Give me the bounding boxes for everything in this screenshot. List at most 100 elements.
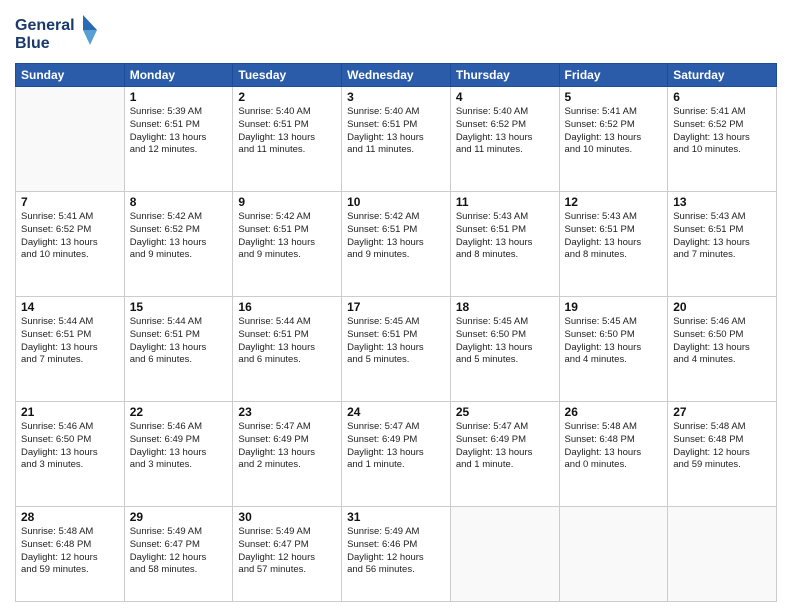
day-cell: 2Sunrise: 5:40 AMSunset: 6:51 PMDaylight… xyxy=(233,87,342,192)
day-info: Sunrise: 5:46 AMSunset: 6:50 PMDaylight:… xyxy=(673,316,771,367)
day-number: 19 xyxy=(565,300,663,314)
day-number: 18 xyxy=(456,300,554,314)
day-cell: 20 Sunrise: 5:46 AMSunset: 6:50 PMDayligh… xyxy=(668,296,777,401)
day-info: Sunrise: 5:46 AMSunset: 6:50 PMDaylight:… xyxy=(21,421,119,472)
day-cell: 6Sunrise: 5:41 AMSunset: 6:52 PMDaylight… xyxy=(668,87,777,192)
day-cell: 5 Sunrise: 5:41 AMSunset: 6:52 PMDaylight… xyxy=(559,87,668,192)
day-info: Sunrise: 5:47 AMSunset: 6:49 PMDaylight:… xyxy=(347,421,445,472)
day-cell: 21 Sunrise: 5:46 AMSunset: 6:50 PMDayligh… xyxy=(16,401,125,506)
day-cell: 11 Sunrise: 5:43 AMSunset: 6:51 PMDayligh… xyxy=(450,191,559,296)
day-info: Sunrise: 5:49 AMSunset: 6:46 PMDaylight:… xyxy=(347,526,445,577)
day-number: 26 xyxy=(565,405,663,419)
header-cell-monday: Monday xyxy=(124,64,233,87)
day-cell: 24 Sunrise: 5:47 AMSunset: 6:49 PMDayligh… xyxy=(342,401,451,506)
day-cell xyxy=(16,87,125,192)
day-cell: 10Sunrise: 5:42 AMSunset: 6:51 PMDayligh… xyxy=(342,191,451,296)
week-row-2: 14Sunrise: 5:44 AMSunset: 6:51 PMDayligh… xyxy=(16,296,777,401)
day-info: Sunrise: 5:48 AMSunset: 6:48 PMDaylight:… xyxy=(565,421,663,472)
header-cell-tuesday: Tuesday xyxy=(233,64,342,87)
day-cell: 31 Sunrise: 5:49 AMSunset: 6:46 PMDayligh… xyxy=(342,506,451,601)
day-info: Sunrise: 5:40 AMSunset: 6:51 PMDaylight:… xyxy=(238,106,336,157)
day-info: Sunrise: 5:47 AMSunset: 6:49 PMDaylight:… xyxy=(238,421,336,472)
day-number: 10 xyxy=(347,195,445,209)
day-cell: 16Sunrise: 5:44 AMSunset: 6:51 PMDayligh… xyxy=(233,296,342,401)
day-cell: 29 Sunrise: 5:49 AMSunset: 6:47 PMDayligh… xyxy=(124,506,233,601)
day-number: 24 xyxy=(347,405,445,419)
day-number: 28 xyxy=(21,510,119,524)
header-cell-sunday: Sunday xyxy=(16,64,125,87)
day-number: 11 xyxy=(456,195,554,209)
day-number: 25 xyxy=(456,405,554,419)
week-row-0: 1 Sunrise: 5:39 AMSunset: 6:51 PMDaylight… xyxy=(16,87,777,192)
day-info: Sunrise: 5:41 AMSunset: 6:52 PMDaylight:… xyxy=(21,211,119,262)
day-number: 12 xyxy=(565,195,663,209)
day-number: 30 xyxy=(238,510,336,524)
day-info: Sunrise: 5:48 AMSunset: 6:48 PMDaylight:… xyxy=(21,526,119,577)
day-number: 17 xyxy=(347,300,445,314)
day-cell: 7 Sunrise: 5:41 AMSunset: 6:52 PMDaylight… xyxy=(16,191,125,296)
day-info: Sunrise: 5:42 AMSunset: 6:52 PMDaylight:… xyxy=(130,211,228,262)
day-cell: 18 Sunrise: 5:45 AMSunset: 6:50 PMDayligh… xyxy=(450,296,559,401)
day-cell xyxy=(450,506,559,601)
day-info: Sunrise: 5:41 AMSunset: 6:52 PMDaylight:… xyxy=(565,106,663,157)
day-info: Sunrise: 5:40 AMSunset: 6:51 PMDaylight:… xyxy=(347,106,445,157)
day-number: 31 xyxy=(347,510,445,524)
day-cell: 17Sunrise: 5:45 AMSunset: 6:51 PMDayligh… xyxy=(342,296,451,401)
day-info: Sunrise: 5:43 AMSunset: 6:51 PMDaylight:… xyxy=(673,211,771,262)
header-row: SundayMondayTuesdayWednesdayThursdayFrid… xyxy=(16,64,777,87)
header-cell-thursday: Thursday xyxy=(450,64,559,87)
day-number: 4 xyxy=(456,90,554,104)
day-cell: 1 Sunrise: 5:39 AMSunset: 6:51 PMDaylight… xyxy=(124,87,233,192)
day-number: 20 xyxy=(673,300,771,314)
day-number: 29 xyxy=(130,510,228,524)
day-cell: 13 Sunrise: 5:43 AMSunset: 6:51 PMDayligh… xyxy=(668,191,777,296)
logo-shape: General Blue xyxy=(15,10,100,55)
day-number: 8 xyxy=(130,195,228,209)
day-cell: 30 Sunrise: 5:49 AMSunset: 6:47 PMDayligh… xyxy=(233,506,342,601)
day-number: 1 xyxy=(130,90,228,104)
day-info: Sunrise: 5:49 AMSunset: 6:47 PMDaylight:… xyxy=(238,526,336,577)
week-row-1: 7 Sunrise: 5:41 AMSunset: 6:52 PMDaylight… xyxy=(16,191,777,296)
day-info: Sunrise: 5:40 AMSunset: 6:52 PMDaylight:… xyxy=(456,106,554,157)
day-cell: 14Sunrise: 5:44 AMSunset: 6:51 PMDayligh… xyxy=(16,296,125,401)
day-cell: 26 Sunrise: 5:48 AMSunset: 6:48 PMDayligh… xyxy=(559,401,668,506)
day-number: 15 xyxy=(130,300,228,314)
day-cell: 19 Sunrise: 5:45 AMSunset: 6:50 PMDayligh… xyxy=(559,296,668,401)
day-info: Sunrise: 5:44 AMSunset: 6:51 PMDaylight:… xyxy=(238,316,336,367)
day-cell xyxy=(559,506,668,601)
day-info: Sunrise: 5:44 AMSunset: 6:51 PMDaylight:… xyxy=(130,316,228,367)
day-info: Sunrise: 5:48 AMSunset: 6:48 PMDaylight:… xyxy=(673,421,771,472)
day-cell: 27 Sunrise: 5:48 AMSunset: 6:48 PMDayligh… xyxy=(668,401,777,506)
day-cell: 9 Sunrise: 5:42 AMSunset: 6:51 PMDaylight… xyxy=(233,191,342,296)
day-number: 22 xyxy=(130,405,228,419)
day-info: Sunrise: 5:45 AMSunset: 6:50 PMDaylight:… xyxy=(565,316,663,367)
day-info: Sunrise: 5:41 AMSunset: 6:52 PMDaylight:… xyxy=(673,106,771,157)
day-info: Sunrise: 5:46 AMSunset: 6:49 PMDaylight:… xyxy=(130,421,228,472)
day-cell: 8 Sunrise: 5:42 AMSunset: 6:52 PMDaylight… xyxy=(124,191,233,296)
day-info: Sunrise: 5:49 AMSunset: 6:47 PMDaylight:… xyxy=(130,526,228,577)
day-number: 21 xyxy=(21,405,119,419)
day-number: 3 xyxy=(347,90,445,104)
day-number: 23 xyxy=(238,405,336,419)
day-info: Sunrise: 5:43 AMSunset: 6:51 PMDaylight:… xyxy=(456,211,554,262)
day-info: Sunrise: 5:44 AMSunset: 6:51 PMDaylight:… xyxy=(21,316,119,367)
day-cell: 23 Sunrise: 5:47 AMSunset: 6:49 PMDayligh… xyxy=(233,401,342,506)
svg-text:General: General xyxy=(15,17,75,34)
day-number: 7 xyxy=(21,195,119,209)
day-cell: 22 Sunrise: 5:46 AMSunset: 6:49 PMDayligh… xyxy=(124,401,233,506)
day-cell: 28 Sunrise: 5:48 AMSunset: 6:48 PMDayligh… xyxy=(16,506,125,601)
day-info: Sunrise: 5:42 AMSunset: 6:51 PMDaylight:… xyxy=(238,211,336,262)
week-row-4: 28 Sunrise: 5:48 AMSunset: 6:48 PMDayligh… xyxy=(16,506,777,601)
day-info: Sunrise: 5:39 AMSunset: 6:51 PMDaylight:… xyxy=(130,106,228,157)
day-number: 9 xyxy=(238,195,336,209)
day-number: 27 xyxy=(673,405,771,419)
day-cell xyxy=(668,506,777,601)
day-info: Sunrise: 5:47 AMSunset: 6:49 PMDaylight:… xyxy=(456,421,554,472)
day-info: Sunrise: 5:43 AMSunset: 6:51 PMDaylight:… xyxy=(565,211,663,262)
day-cell: 25 Sunrise: 5:47 AMSunset: 6:49 PMDayligh… xyxy=(450,401,559,506)
day-number: 13 xyxy=(673,195,771,209)
logo-svg: General Blue xyxy=(15,10,100,55)
header-cell-saturday: Saturday xyxy=(668,64,777,87)
day-info: Sunrise: 5:45 AMSunset: 6:50 PMDaylight:… xyxy=(456,316,554,367)
day-number: 5 xyxy=(565,90,663,104)
